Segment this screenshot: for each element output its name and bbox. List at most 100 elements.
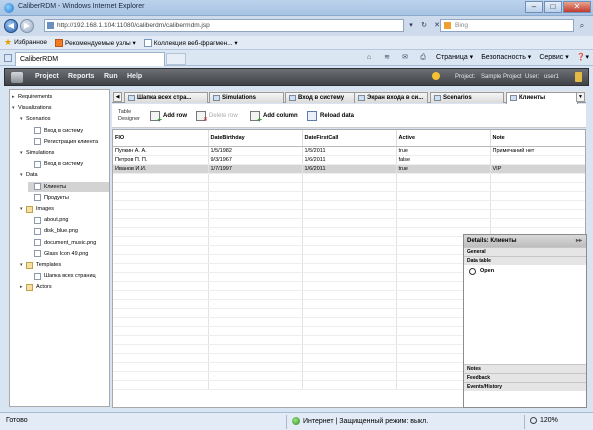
empty-table-row[interactable]	[113, 218, 585, 228]
table-cell[interactable]	[113, 344, 209, 354]
table-cell[interactable]	[302, 371, 397, 381]
table-cell[interactable]	[208, 209, 303, 219]
tree-node[interactable]: ▾ Images	[20, 204, 54, 214]
table-cell[interactable]	[113, 191, 209, 201]
table-cell[interactable]	[302, 326, 397, 336]
table-cell[interactable]	[208, 317, 303, 327]
table-cell[interactable]	[302, 353, 397, 363]
browser-tab[interactable]: CaliberRDM	[15, 52, 165, 66]
table-cell[interactable]	[113, 245, 209, 255]
tree-node[interactable]: Вход в систему	[28, 159, 83, 169]
table-cell[interactable]	[208, 218, 303, 228]
table-cell[interactable]	[396, 200, 491, 210]
menu-reports[interactable]: Reports	[68, 73, 94, 80]
table-cell[interactable]: 1/6/2011	[302, 164, 397, 174]
help-menu[interactable]: ❓▾	[577, 52, 589, 64]
table-cell[interactable]	[208, 227, 303, 237]
print-icon[interactable]: ⎙	[418, 52, 428, 64]
tabs-scroll-left-button[interactable]: ◀	[113, 92, 122, 102]
table-cell[interactable]	[302, 317, 397, 327]
maximize-button[interactable]: □	[544, 1, 562, 13]
add-column-button[interactable]: Add column	[250, 111, 298, 124]
tree-node[interactable]: ▸ Actors	[20, 282, 52, 292]
table-cell[interactable]	[396, 173, 491, 183]
table-cell[interactable]: true	[396, 146, 491, 156]
tree-node[interactable]: Продукты	[28, 193, 69, 203]
table-cell[interactable]	[208, 335, 303, 345]
table-cell[interactable]	[302, 380, 397, 390]
table-cell[interactable]	[113, 317, 209, 327]
tree-node[interactable]: about.png	[28, 215, 68, 225]
table-cell[interactable]	[113, 353, 209, 363]
table-cell[interactable]	[302, 173, 397, 183]
table-cell[interactable]	[208, 245, 303, 255]
zoom-control[interactable]: 120%	[530, 417, 558, 424]
page-menu[interactable]: Страница ▾	[436, 52, 473, 64]
table-cell[interactable]	[208, 344, 303, 354]
empty-table-row[interactable]	[113, 200, 585, 210]
collapse-panel-icon[interactable]: ▸▸	[576, 235, 582, 247]
table-cell[interactable]	[490, 191, 585, 201]
table-cell[interactable]	[302, 344, 397, 354]
table-cell[interactable]: Пупкин А. А.	[113, 146, 209, 156]
search-icon[interactable]: ⌕	[576, 20, 588, 31]
tree-node[interactable]: Вход в систему	[28, 126, 83, 136]
table-cell[interactable]	[208, 353, 303, 363]
tree-node[interactable]: Шапка всех страниц	[28, 271, 96, 281]
table-cell[interactable]	[113, 371, 209, 381]
editor-tab-login[interactable]: Вход в систему	[285, 92, 357, 103]
table-cell[interactable]: Иванов И.И.	[113, 164, 209, 174]
empty-table-row[interactable]	[113, 182, 585, 192]
table-cell[interactable]	[302, 308, 397, 318]
table-cell[interactable]	[396, 182, 491, 192]
table-cell[interactable]: 1/5/1982	[208, 146, 303, 156]
table-cell[interactable]	[490, 218, 585, 228]
menu-run[interactable]: Run	[104, 73, 118, 80]
table-cell[interactable]	[208, 362, 303, 372]
table-cell[interactable]	[302, 272, 397, 282]
table-cell[interactable]	[302, 281, 397, 291]
mail-icon[interactable]: ✉	[400, 52, 410, 64]
details-section-events[interactable]: Events/History	[464, 382, 586, 391]
tree-node[interactable]: ▾ Data	[20, 170, 38, 180]
tree-node[interactable]: ▾ Templates	[20, 260, 61, 270]
column-header-active[interactable]: Active	[396, 130, 491, 147]
table-cell[interactable]	[208, 290, 303, 300]
reload-data-button[interactable]: Reload data	[307, 111, 354, 121]
table-cell[interactable]: VIP	[490, 164, 585, 174]
table-cell[interactable]	[113, 182, 209, 192]
table-row[interactable]: Иванов И.И. 1/7/1997 1/6/2011 true VIP	[113, 164, 585, 174]
tree-node[interactable]: Glass Icon 49.png	[28, 249, 88, 259]
table-cell[interactable]: 9/3/1967	[208, 155, 303, 165]
column-header-datebirthday[interactable]: DateBirthday	[208, 130, 303, 147]
table-cell[interactable]	[113, 308, 209, 318]
table-cell[interactable]	[208, 299, 303, 309]
table-cell[interactable]	[113, 299, 209, 309]
table-cell[interactable]	[302, 191, 397, 201]
tree-node[interactable]: ▾ Simulations	[20, 148, 54, 158]
quick-tabs-icon[interactable]	[4, 54, 12, 62]
table-cell[interactable]	[302, 299, 397, 309]
suggested-sites-link[interactable]: Рекомендуемые узлы ▾	[55, 38, 136, 47]
table-cell[interactable]	[113, 362, 209, 372]
table-cell[interactable]	[208, 281, 303, 291]
address-dropdown-icon[interactable]: ▾	[406, 20, 416, 31]
table-cell[interactable]	[490, 155, 585, 165]
details-section-notes[interactable]: Notes	[464, 364, 586, 373]
empty-table-row[interactable]	[113, 209, 585, 219]
table-cell[interactable]	[490, 200, 585, 210]
table-cell[interactable]	[208, 326, 303, 336]
table-cell[interactable]	[396, 218, 491, 228]
table-cell[interactable]	[490, 209, 585, 219]
table-row[interactable]: Пупкин А. А. 1/5/1982 1/5/2011 true Примечан…	[113, 146, 585, 156]
table-cell[interactable]	[302, 245, 397, 255]
table-cell[interactable]	[302, 182, 397, 192]
table-cell[interactable]	[113, 227, 209, 237]
table-cell[interactable]	[396, 191, 491, 201]
column-header-fio[interactable]: FIO	[113, 130, 209, 147]
delete-row-button[interactable]: Delete row	[196, 111, 238, 123]
table-cell[interactable]: 1/5/2011	[302, 146, 397, 156]
table-cell[interactable]	[302, 290, 397, 300]
table-cell[interactable]	[208, 308, 303, 318]
menu-project[interactable]: Project	[35, 73, 59, 80]
